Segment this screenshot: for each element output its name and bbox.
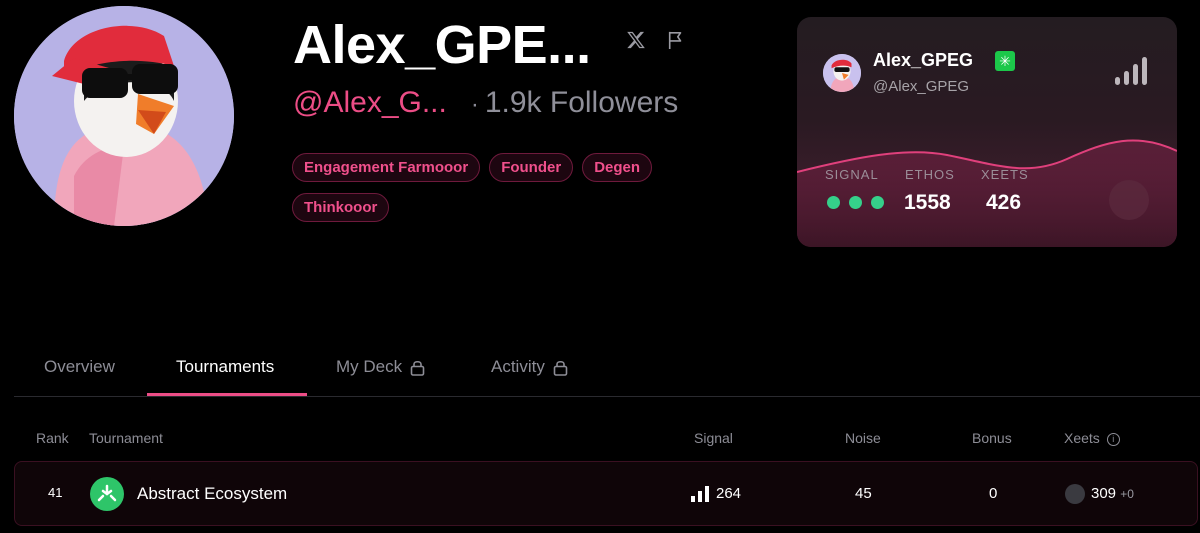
profile-handle[interactable]: @Alex_G... — [293, 86, 447, 120]
row-noise: 45 — [855, 485, 872, 502]
row-xeets-value: 309 — [1091, 485, 1117, 502]
profile-stats-card: Alex_GPEG ✳ @Alex_GPEG SIGNAL ETHOS XEET… — [797, 17, 1177, 247]
row-tournament-name[interactable]: Abstract Ecosystem — [137, 484, 287, 504]
signal-dot — [871, 196, 884, 209]
verified-badge-icon: ✳ — [995, 51, 1015, 71]
puffin-avatar-small — [823, 54, 861, 92]
signal-strength-icon — [1115, 57, 1147, 85]
active-tab-indicator — [147, 393, 307, 396]
signal-label: SIGNAL — [825, 167, 879, 182]
column-header-xeets-label: Xeets — [1064, 430, 1100, 446]
xeets-label: XEETS — [981, 167, 1029, 182]
profile-avatar — [14, 6, 234, 226]
followers-count: 1.9k Followers — [484, 86, 679, 119]
xeet-logo-icon — [1109, 180, 1149, 220]
puffin-avatar-image — [14, 6, 234, 226]
tab-tournaments[interactable]: Tournaments — [176, 357, 274, 377]
tag-badge: Degen — [582, 153, 653, 182]
tab-label: Activity — [491, 357, 545, 376]
tab-my-deck[interactable]: My Deck — [336, 357, 425, 377]
profile-tabs: Overview Tournaments My Deck Activity — [14, 345, 1200, 397]
xeets-value: 426 — [986, 191, 1022, 214]
flag-icon[interactable] — [667, 30, 685, 50]
lock-icon — [410, 360, 425, 376]
tag-badge: Thinkooor — [292, 193, 390, 222]
row-bonus: 0 — [989, 485, 998, 502]
card-name: Alex_GPEG — [873, 50, 974, 70]
tag-badge: Founder — [489, 153, 574, 182]
row-rank: 41 — [48, 485, 63, 500]
table-row[interactable]: 41 Abstract Ecosystem 264 45 0 309 +0 — [14, 461, 1198, 526]
separator-dot: · — [470, 91, 479, 118]
row-signal: 264 — [716, 485, 742, 502]
column-header-bonus[interactable]: Bonus — [972, 430, 1012, 446]
tab-label: Tournaments — [176, 357, 275, 376]
column-header-xeets[interactable]: Xeets i — [1064, 430, 1120, 446]
signal-dot — [827, 196, 840, 209]
card-avatar — [823, 54, 861, 92]
x-social-icon[interactable] — [626, 30, 646, 50]
profile-tags: Engagement Farmooor Founder Degen Thinko… — [292, 153, 692, 222]
tab-label: My Deck — [336, 357, 403, 376]
column-header-signal[interactable]: Signal — [694, 430, 733, 446]
column-header-tournament: Tournament — [89, 430, 163, 446]
column-header-rank: Rank — [36, 430, 69, 446]
card-handle: @Alex_GPEG — [873, 78, 970, 95]
info-icon[interactable]: i — [1106, 432, 1120, 446]
tag-badge: Engagement Farmooor — [292, 153, 481, 182]
row-xeets-delta: +0 — [1120, 487, 1134, 501]
profile-name: Alex_GPE... — [293, 15, 591, 75]
signal-bars-icon — [691, 486, 709, 502]
tab-label: Overview — [44, 357, 115, 376]
signal-dots — [827, 196, 884, 209]
row-xeets: 309 +0 — [1091, 485, 1134, 502]
profile-handle-row: @Alex_G... · 1.9k Followers — [293, 86, 678, 120]
tab-overview[interactable]: Overview — [44, 357, 115, 377]
signal-dot — [849, 196, 862, 209]
ethos-value: 1558 — [904, 191, 951, 214]
tab-activity[interactable]: Activity — [491, 357, 568, 377]
xeet-logo-icon — [1065, 484, 1085, 504]
ethos-label: ETHOS — [905, 167, 955, 182]
column-header-noise[interactable]: Noise — [845, 430, 881, 446]
abstract-logo-icon — [90, 477, 124, 511]
lock-icon — [553, 360, 568, 376]
